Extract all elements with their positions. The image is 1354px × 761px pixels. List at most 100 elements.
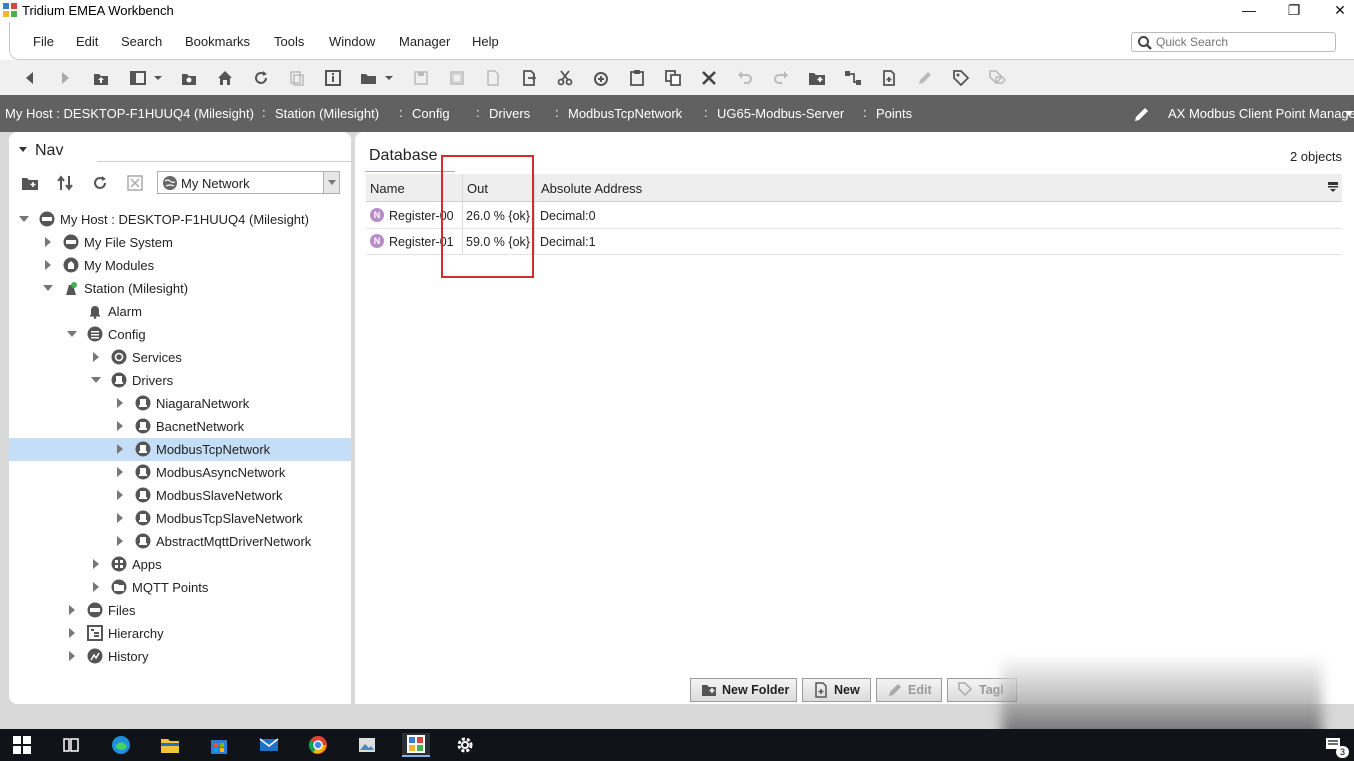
new-button[interactable]: New	[802, 678, 871, 702]
column-chooser-icon[interactable]	[1328, 182, 1338, 192]
workbench-icon[interactable]	[402, 733, 430, 757]
store-icon[interactable]	[205, 733, 233, 757]
refresh-icon[interactable]	[251, 68, 271, 88]
database-tab[interactable]: Database	[369, 147, 438, 165]
collapse-arrow-icon[interactable]	[45, 260, 51, 270]
tree-item[interactable]: My Host : DESKTOP-F1HUUQ4 (Milesight)	[9, 208, 351, 231]
tree-item[interactable]: Drivers	[9, 369, 351, 392]
copy-disabled-icon[interactable]	[287, 68, 307, 88]
menu-window[interactable]: Window	[329, 34, 375, 49]
breadcrumb-ug65-server[interactable]: UG65-Modbus-Server	[717, 106, 844, 121]
menu-file[interactable]: File	[33, 34, 54, 49]
save-all-icon[interactable]	[447, 68, 467, 88]
tree-item[interactable]: Station (Milesight)	[9, 277, 351, 300]
collapse-arrow-icon[interactable]	[93, 559, 99, 569]
chevron-down-icon[interactable]	[148, 68, 168, 88]
tag-it-icon[interactable]	[987, 68, 1007, 88]
chevron-down-icon[interactable]	[379, 68, 399, 88]
new-folder-button[interactable]: New Folder	[690, 678, 797, 702]
copy-icon[interactable]	[591, 68, 611, 88]
collapse-arrow-icon[interactable]	[117, 421, 123, 431]
tree-item[interactable]: My Modules	[9, 254, 351, 277]
tree-item[interactable]: AbstractMqttDriverNetwork	[9, 530, 351, 553]
breadcrumb-drivers[interactable]: Drivers	[489, 106, 530, 121]
close-icon[interactable]	[125, 174, 145, 192]
pencil-icon[interactable]	[1133, 105, 1151, 123]
tree-item[interactable]: Apps	[9, 553, 351, 576]
tree-item[interactable]: My File System	[9, 231, 351, 254]
file-explorer-icon[interactable]	[156, 733, 184, 757]
settings-icon[interactable]	[451, 733, 479, 757]
up-level-icon[interactable]	[91, 68, 111, 88]
tree-item[interactable]: Services	[9, 346, 351, 369]
chevron-down-icon[interactable]	[1345, 109, 1354, 118]
edit-button[interactable]: Edit	[876, 678, 942, 702]
windows-start-icon[interactable]	[8, 733, 36, 757]
delete-icon[interactable]	[699, 68, 719, 88]
tree-item[interactable]: BacnetNetwork	[9, 415, 351, 438]
minimize-button[interactable]: —	[1226, 0, 1272, 22]
menu-bookmarks[interactable]: Bookmarks	[185, 34, 250, 49]
expand-arrow-icon[interactable]	[67, 331, 77, 337]
breadcrumb-modbus-tcp-network[interactable]: ModbusTcpNetwork	[568, 106, 682, 121]
side-bar-icon[interactable]	[128, 68, 148, 88]
collapse-arrow-icon[interactable]	[69, 605, 75, 615]
chevron-down-icon[interactable]	[19, 147, 27, 152]
nav-tab[interactable]: Nav	[9, 132, 97, 162]
collapse-arrow-icon[interactable]	[117, 467, 123, 477]
redo-icon[interactable]	[771, 68, 791, 88]
collapse-arrow-icon[interactable]	[93, 582, 99, 592]
column-header-absolute-address[interactable]: Absolute Address	[541, 181, 642, 196]
new-tab-icon[interactable]	[20, 174, 40, 192]
chrome-icon[interactable]	[304, 733, 332, 757]
home-icon[interactable]	[215, 68, 235, 88]
paste-icon[interactable]	[627, 68, 647, 88]
sync-icon[interactable]	[55, 174, 75, 192]
view-selector[interactable]: AX Modbus Client Point Manager	[1168, 106, 1354, 121]
collapse-arrow-icon[interactable]	[93, 352, 99, 362]
tree-item[interactable]: ModbusSlaveNetwork	[9, 484, 351, 507]
collapse-arrow-icon[interactable]	[69, 651, 75, 661]
collapse-arrow-icon[interactable]	[45, 237, 51, 247]
network-select[interactable]: My Network	[157, 171, 340, 194]
quick-search-box[interactable]	[1131, 32, 1336, 52]
undo-icon[interactable]	[735, 68, 755, 88]
collapse-arrow-icon[interactable]	[117, 398, 123, 408]
breadcrumb-config[interactable]: Config	[412, 106, 450, 121]
menu-help[interactable]: Help	[472, 34, 499, 49]
info-icon[interactable]	[323, 68, 343, 88]
tree-item[interactable]: Files	[9, 599, 351, 622]
cut-icon[interactable]	[555, 68, 575, 88]
refresh-icon[interactable]	[90, 174, 110, 192]
edit-icon[interactable]	[915, 68, 935, 88]
tree-item[interactable]: ModbusAsyncNetwork	[9, 461, 351, 484]
quick-search-input[interactable]	[1156, 35, 1331, 49]
collapse-arrow-icon[interactable]	[117, 490, 123, 500]
tree-item[interactable]: Hierarchy	[9, 622, 351, 645]
photos-icon[interactable]	[353, 733, 381, 757]
expand-arrow-icon[interactable]	[19, 216, 29, 222]
expand-arrow-icon[interactable]	[91, 377, 101, 383]
chevron-down-icon[interactable]	[323, 172, 339, 193]
save-icon[interactable]	[411, 68, 431, 88]
restore-button[interactable]: ❐	[1271, 0, 1317, 22]
menu-edit[interactable]: Edit	[76, 34, 98, 49]
tree-item[interactable]: MQTT Points	[9, 576, 351, 599]
tree-item[interactable]: Config	[9, 323, 351, 346]
expand-arrow-icon[interactable]	[43, 285, 53, 291]
mail-icon[interactable]	[255, 733, 283, 757]
find-icon[interactable]	[483, 68, 503, 88]
tree-item[interactable]: ModbusTcpSlaveNetwork	[9, 507, 351, 530]
forward-icon[interactable]	[55, 68, 75, 88]
menu-tools[interactable]: Tools	[274, 34, 304, 49]
tree-item[interactable]: NiagaraNetwork	[9, 392, 351, 415]
collapse-arrow-icon[interactable]	[117, 513, 123, 523]
collapse-arrow-icon[interactable]	[117, 536, 123, 546]
tag-icon[interactable]	[951, 68, 971, 88]
menu-manager[interactable]: Manager	[399, 34, 450, 49]
new-icon[interactable]	[879, 68, 899, 88]
edge-icon[interactable]	[107, 733, 135, 757]
close-window-button[interactable]: ✕	[1317, 0, 1354, 22]
duplicate-icon[interactable]	[663, 68, 683, 88]
new-folder-icon[interactable]	[807, 68, 827, 88]
